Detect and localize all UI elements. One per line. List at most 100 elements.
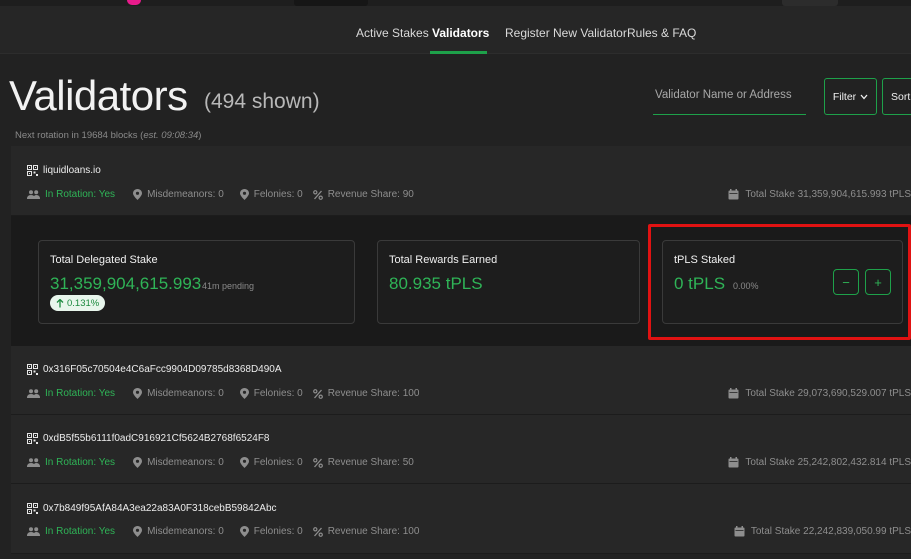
validator-name-text: 0x7b849f95AfA84A3ea22a83A0F318cebB59842A… bbox=[43, 503, 277, 514]
misdemeanors-count: Misdemeanors: 0 bbox=[147, 189, 224, 200]
percent-icon bbox=[312, 388, 323, 399]
validator-name[interactable]: 0x316F05c70504e4C6aFcc9904D09785d8368D49… bbox=[27, 364, 282, 375]
qr-code-icon bbox=[27, 503, 38, 514]
nav-rules-faq[interactable]: Rules & FAQ bbox=[627, 26, 696, 40]
total-delegated-stake-card: Total Delegated Stake 31,359,904,615.993… bbox=[38, 240, 355, 324]
location-pin-icon bbox=[133, 526, 143, 537]
felonies-count: Felonies: 0 bbox=[253, 457, 303, 468]
validator-name-text: 0xdB5f55b6111f0adC916921Cf5624B2768f6524… bbox=[43, 433, 270, 444]
card-title: Total Rewards Earned bbox=[389, 254, 498, 266]
total-stake: Total Stake 31,359,904,615.993 tPLS bbox=[728, 189, 911, 200]
felonies-count: Felonies: 0 bbox=[253, 526, 303, 537]
nav-validators[interactable]: Validators bbox=[432, 26, 489, 40]
misdemeanors-count: Misdemeanors: 0 bbox=[147, 388, 224, 399]
misdemeanors-count: Misdemeanors: 0 bbox=[147, 526, 224, 537]
change-value: 0.131% bbox=[67, 297, 100, 309]
percent-icon bbox=[312, 457, 323, 468]
location-pin-icon bbox=[239, 457, 249, 468]
card-title: Total Delegated Stake bbox=[50, 254, 158, 266]
calendar-icon bbox=[734, 526, 745, 537]
sort-label: Sort bbox=[891, 90, 911, 103]
staked-percent: 0.00% bbox=[733, 281, 759, 291]
rotation-suffix: ) bbox=[198, 130, 202, 141]
validator-row[interactable]: liquidloans.io In Rotation: Yes Misdemea… bbox=[11, 146, 911, 216]
rewards-value: 80.935 tPLS bbox=[389, 274, 483, 293]
total-stake-value: Total Stake 25,242,802,432.814 tPLS bbox=[745, 457, 911, 468]
nav-active-stakes[interactable]: Active Stakes bbox=[356, 26, 429, 40]
total-stake: Total Stake 25,242,802,432.814 tPLS bbox=[728, 457, 911, 468]
validator-name[interactable]: 0xdB5f55b6111f0adC916921Cf5624B2768f6524… bbox=[27, 433, 270, 444]
arrow-up-icon bbox=[56, 298, 64, 307]
felonies-count: Felonies: 0 bbox=[253, 388, 303, 399]
location-pin-icon bbox=[133, 189, 143, 200]
total-stake-value: Total Stake 22,242,839,050.99 tPLS bbox=[750, 526, 911, 537]
revenue-share: Revenue Share: 50 bbox=[327, 457, 414, 468]
qr-code-icon bbox=[27, 433, 38, 444]
pending-label: 41m pending bbox=[202, 281, 255, 291]
main-nav: Active Stakes Validators Register New Va… bbox=[0, 6, 911, 54]
location-pin-icon bbox=[133, 457, 143, 468]
validator-row[interactable]: 0x7b849f95AfA84A3ea22a83A0F318cebB59842A… bbox=[11, 484, 911, 554]
validator-row[interactable]: 0xdB5f55b6111f0adC916921Cf5624B2768f6524… bbox=[11, 415, 911, 484]
card-title: tPLS Staked bbox=[674, 254, 736, 266]
location-pin-icon bbox=[239, 388, 249, 399]
validator-row[interactable]: 0x316F05c70504e4C6aFcc9904D09785d8368D49… bbox=[11, 346, 911, 415]
misdemeanors-count: Misdemeanors: 0 bbox=[147, 457, 224, 468]
chevron-down-icon bbox=[860, 94, 868, 99]
revenue-share: Revenue Share: 100 bbox=[327, 526, 420, 537]
revenue-share: Revenue Share: 90 bbox=[327, 189, 414, 200]
validator-details-panel: Total Delegated Stake 31,359,904,615.993… bbox=[11, 216, 911, 346]
filter-button[interactable]: Filter bbox=[824, 78, 877, 115]
validator-search-input[interactable] bbox=[653, 80, 806, 114]
calendar-icon bbox=[728, 189, 739, 200]
total-rewards-card: Total Rewards Earned 80.935 tPLS bbox=[377, 240, 640, 324]
validator-search-field[interactable] bbox=[653, 80, 806, 115]
filter-label: Filter bbox=[832, 90, 857, 103]
rotation-estimate: est. 09:08:34 bbox=[143, 130, 199, 141]
location-pin-icon bbox=[239, 526, 249, 537]
percent-icon bbox=[312, 526, 323, 537]
delegated-stake-value: 31,359,904,615.993 bbox=[50, 274, 202, 293]
total-stake-value: Total Stake 29,073,690,529.007 tPLS bbox=[745, 388, 911, 399]
people-icon bbox=[27, 389, 40, 398]
stake-plus-button[interactable]: + bbox=[865, 269, 891, 295]
calendar-icon bbox=[728, 457, 739, 468]
validator-name-text: 0x316F05c70504e4C6aFcc9904D09785d8368D49… bbox=[43, 364, 282, 375]
total-stake: Total Stake 22,242,839,050.99 tPLS bbox=[734, 526, 911, 537]
qr-code-icon bbox=[27, 165, 38, 176]
total-stake: Total Stake 29,073,690,529.007 tPLS bbox=[728, 388, 911, 399]
percent-icon bbox=[312, 189, 323, 200]
location-pin-icon bbox=[133, 388, 143, 399]
people-icon bbox=[27, 458, 40, 467]
validator-meta: In Rotation: Yes Misdemeanors: 0 Felonie… bbox=[27, 388, 429, 399]
next-rotation-info: Next rotation in 19684 blocks (est. 09:0… bbox=[15, 130, 201, 141]
in-rotation-status: In Rotation: Yes bbox=[45, 189, 116, 200]
staked-value: 0 tPLS bbox=[674, 274, 726, 293]
validator-name-text: liquidloans.io bbox=[43, 165, 101, 176]
validator-meta: In Rotation: Yes Misdemeanors: 0 Felonie… bbox=[27, 526, 429, 537]
sort-button[interactable]: Sort bbox=[882, 78, 911, 115]
validator-name[interactable]: 0x7b849f95AfA84A3ea22a83A0F318cebB59842A… bbox=[27, 503, 277, 514]
validator-meta: In Rotation: Yes Misdemeanors: 0 Felonie… bbox=[27, 457, 424, 468]
in-rotation-status: In Rotation: Yes bbox=[45, 388, 116, 399]
people-icon bbox=[27, 190, 40, 199]
rotation-prefix: Next rotation in 19684 blocks ( bbox=[15, 130, 144, 141]
page-title: Validators bbox=[9, 72, 188, 119]
validator-meta: In Rotation: Yes Misdemeanors: 0 Felonie… bbox=[27, 189, 424, 200]
in-rotation-status: In Rotation: Yes bbox=[45, 526, 116, 537]
felonies-count: Felonies: 0 bbox=[253, 189, 303, 200]
revenue-share: Revenue Share: 100 bbox=[327, 388, 420, 399]
tpls-staked-card: tPLS Staked 0 tPLS 0.00% − + bbox=[662, 240, 903, 324]
qr-code-icon bbox=[27, 364, 38, 375]
nav-active-indicator bbox=[430, 51, 487, 54]
change-badge: 0.131% bbox=[50, 295, 106, 311]
validator-count: (494 shown) bbox=[204, 90, 320, 113]
people-icon bbox=[27, 527, 40, 536]
validator-name[interactable]: liquidloans.io bbox=[27, 165, 101, 176]
nav-register-validator[interactable]: Register New Validator bbox=[505, 26, 627, 40]
total-stake-value: Total Stake 31,359,904,615.993 tPLS bbox=[745, 189, 911, 200]
calendar-icon bbox=[728, 388, 739, 399]
unstake-minus-button[interactable]: − bbox=[833, 269, 859, 295]
in-rotation-status: In Rotation: Yes bbox=[45, 457, 116, 468]
location-pin-icon bbox=[239, 189, 249, 200]
